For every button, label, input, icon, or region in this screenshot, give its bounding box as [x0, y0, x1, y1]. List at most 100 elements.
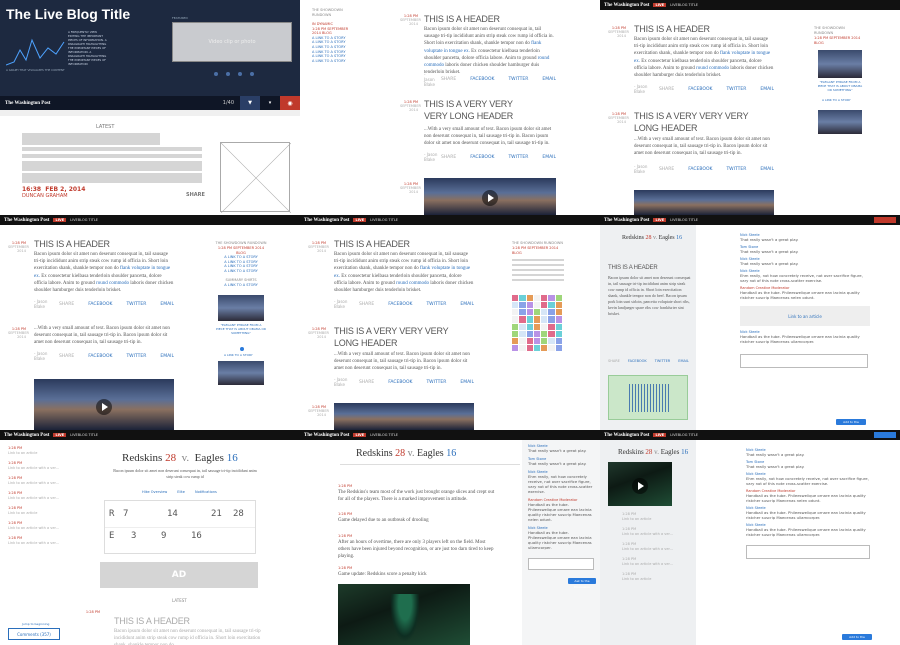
twitter-link[interactable]: TWITTER	[726, 167, 746, 172]
timeline-link[interactable]: Link to an article	[8, 451, 68, 456]
facebook-link[interactable]: FACEBOOK	[388, 380, 412, 385]
link-story[interactable]: A LINK TO A STORY	[214, 283, 268, 288]
link-story[interactable]: A LINK TO A STORY	[822, 98, 851, 102]
more-dot[interactable]	[240, 347, 244, 351]
timeline-link[interactable]: Link to an article with a ver...	[8, 541, 68, 546]
facebook-link[interactable]: FACEBOOK	[628, 359, 647, 363]
video-thumbnail[interactable]	[634, 190, 774, 215]
email-link[interactable]: EMAIL	[460, 302, 474, 307]
carousel-dot[interactable]	[250, 72, 254, 76]
facebook-link[interactable]: FACEBOOK	[388, 302, 412, 307]
article-card[interactable]: Link to an article	[740, 306, 870, 326]
quote[interactable]: "ELEGANT PHRASE FROM A PIECE THAT IS ABO…	[816, 80, 864, 92]
body-link[interactable]: round commodo	[396, 281, 429, 286]
video-thumbnail[interactable]	[334, 403, 474, 430]
carousel-dot[interactable]	[238, 72, 242, 76]
rundown-link[interactable]: 1:28 PM SEPTEMBER 2014 BLOG	[312, 27, 356, 36]
add-discussion-button[interactable]: Add to the Discussion	[842, 634, 872, 645]
timeline-link[interactable]: Link to an article with a ver...	[8, 496, 68, 501]
tab-elite[interactable]: Elite	[177, 490, 185, 494]
rundown-link[interactable]: A LINK TO A STORY	[214, 269, 268, 274]
wp-logo[interactable]: The Washington Post	[604, 433, 649, 438]
email-link[interactable]: EMAIL	[542, 77, 556, 82]
football-video[interactable]	[608, 462, 672, 506]
twitter-link[interactable]: TWITTER	[426, 302, 446, 307]
email-link[interactable]: EMAIL	[678, 359, 689, 363]
facebook-link[interactable]: FACEBOOK	[88, 302, 112, 307]
wp-logo[interactable]: The Washington Post	[4, 218, 49, 223]
video-thumbnail[interactable]	[424, 178, 556, 215]
sidebar-photo[interactable]	[218, 361, 264, 385]
wp-logo[interactable]: The Washington Post	[604, 218, 649, 223]
link-story[interactable]: A LINK TO A STORY	[224, 353, 253, 357]
chat-input[interactable]	[528, 558, 594, 570]
rundown-link[interactable]: 1:28 PM SEPTEMBER 2014 BLOG	[512, 246, 564, 256]
wp-logo[interactable]: The Washington Post	[4, 433, 49, 438]
carousel-dot[interactable]	[226, 72, 230, 76]
time: 16:38	[22, 186, 42, 193]
twitter-link[interactable]: TWITTER	[726, 87, 746, 92]
timeline-link[interactable]: Link to an article with a ver...	[8, 466, 68, 471]
timeline-link[interactable]: Link to an article	[622, 517, 688, 522]
email-link[interactable]: EMAIL	[760, 87, 774, 92]
quote[interactable]: "ELEGANT PHRASE FROM A PIECE THAT IS ABO…	[216, 323, 266, 335]
play-icon[interactable]	[482, 190, 498, 207]
email-link[interactable]: EMAIL	[760, 167, 774, 172]
email-link[interactable]: EMAIL	[160, 354, 174, 359]
jump-link[interactable]: Jump to beginning	[22, 622, 49, 626]
scoreline: Redskins 28 v. Eagles 16	[622, 235, 682, 241]
rundown-link[interactable]: 1:28 PM SEPTEMBER 2014 BLOG	[814, 36, 864, 45]
comments-button[interactable]: Comments (357)	[8, 628, 60, 640]
timeline-link[interactable]: Link to an article with a ver...	[622, 562, 688, 567]
facebook-link[interactable]: FACEBOOK	[688, 87, 712, 92]
timeline-link[interactable]: Link to an article with a ver...	[8, 481, 68, 486]
facebook-link[interactable]: FACEBOOK	[470, 77, 494, 82]
timeline-link[interactable]: Link to an article	[8, 511, 68, 516]
chat-input[interactable]	[740, 354, 868, 368]
twitter-link[interactable]: TWITTER	[426, 380, 446, 385]
facebook-link[interactable]: FACEBOOK	[88, 354, 112, 359]
top-action-button[interactable]	[874, 217, 896, 223]
carousel-dot[interactable]	[214, 72, 218, 76]
twitter-link[interactable]: TWITTER	[126, 302, 146, 307]
sidebar-photo[interactable]	[818, 50, 862, 78]
rundown-link[interactable]: A LINK TO A STORY	[312, 59, 356, 64]
video-thumbnail[interactable]	[34, 379, 174, 430]
play-icon[interactable]	[632, 478, 648, 495]
carousel-dots[interactable]	[214, 72, 254, 76]
wp-logo[interactable]: The Washington Post	[304, 433, 349, 438]
twitter-link[interactable]: TWITTER	[655, 359, 671, 363]
twitter-link[interactable]: TWITTER	[508, 155, 528, 160]
facebook-link[interactable]: FACEBOOK	[470, 155, 494, 160]
chat-input[interactable]	[746, 545, 870, 559]
timeline-link[interactable]: Link to an article with a ver...	[622, 532, 688, 537]
email-link[interactable]: EMAIL	[460, 380, 474, 385]
tab-notifications[interactable]: Notifications	[195, 490, 217, 494]
featured-box[interactable]: Video clip or photo	[172, 22, 292, 62]
record-icon[interactable]: ◉	[280, 96, 300, 110]
email-link[interactable]: EMAIL	[542, 155, 556, 160]
tab-overview[interactable]: Hike Overview	[142, 490, 167, 494]
twitter-link[interactable]: TWITTER	[508, 77, 528, 82]
add-discussion-button[interactable]: Add to the Discussion	[836, 419, 866, 430]
play-icon[interactable]	[96, 399, 112, 416]
ask-discussion-button[interactable]: Ask to the Discussion	[568, 578, 596, 589]
rundown-link[interactable]: 1:28 PM SEPTEMBER 2014 BLOG	[214, 246, 268, 255]
body-link[interactable]: round commodo	[96, 281, 129, 286]
sidebar-photo[interactable]	[218, 295, 264, 321]
filter-icon[interactable]: ▾	[260, 96, 280, 110]
timeline-link[interactable]: Link to an article with a ver...	[8, 526, 68, 531]
facebook-link[interactable]: FACEBOOK	[688, 167, 712, 172]
wp-logo[interactable]: The Washington Post	[304, 218, 349, 223]
top-action-button[interactable]	[874, 432, 896, 438]
timeline-link[interactable]: Link to an article with a ver...	[622, 547, 688, 552]
sidebar-photo[interactable]	[818, 110, 862, 134]
wp-logo[interactable]: The Washington Post	[604, 3, 649, 8]
timeline-link[interactable]: Link to an article	[622, 577, 688, 582]
football-photo[interactable]	[338, 584, 470, 645]
twitter-link[interactable]: TWITTER	[126, 354, 146, 359]
share-label[interactable]: SHARE	[186, 192, 205, 198]
email-link[interactable]: EMAIL	[160, 302, 174, 307]
body-link[interactable]: round commodo	[696, 66, 729, 71]
bookmark-icon[interactable]: ▼	[240, 96, 260, 110]
